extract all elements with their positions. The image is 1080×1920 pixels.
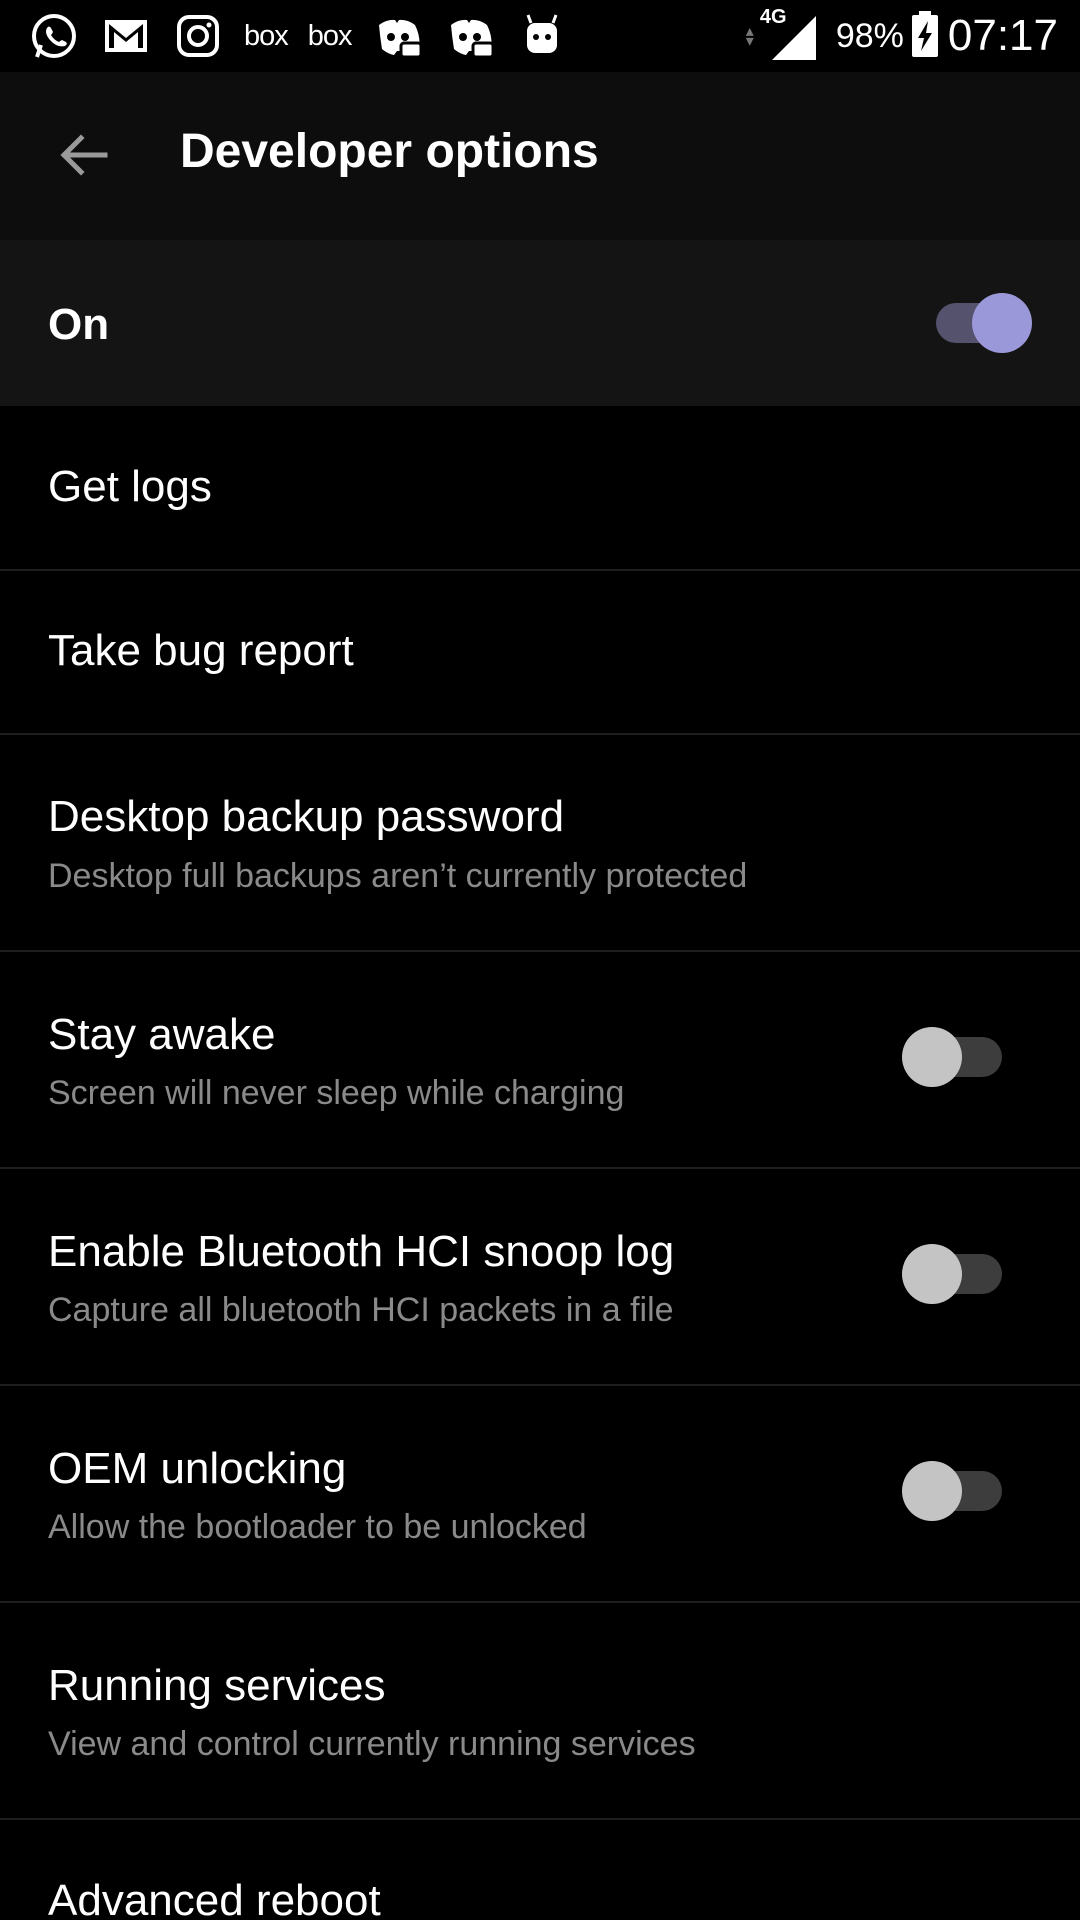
list-item-summary: Desktop full backups aren’t currently pr… xyxy=(48,857,748,895)
switch-thumb xyxy=(902,1461,962,1521)
list-item-title: Enable Bluetooth HCI snoop log xyxy=(48,1227,675,1276)
list-item-summary: Allow the bootloader to be unlocked xyxy=(48,1508,587,1546)
list-item-title: Advanced reboot xyxy=(48,1876,381,1920)
list-item-title: Running services xyxy=(48,1661,386,1710)
status-bar: box box ▴ ▾ 4G 98% 07:17 xyxy=(0,0,1080,72)
stay-awake-switch[interactable] xyxy=(902,1027,1012,1087)
app-bar: Developer options xyxy=(0,72,1080,240)
page-title: Developer options xyxy=(180,125,599,178)
bluetooth-hci-snoop-switch[interactable] xyxy=(902,1244,1012,1304)
list-item-title: Desktop backup password xyxy=(48,792,565,841)
list-item-title: Get logs xyxy=(48,462,212,511)
notification-icons: box box xyxy=(28,10,588,62)
box-icon: box xyxy=(307,19,353,52)
switch-thumb xyxy=(902,1027,962,1087)
master-toggle-switch[interactable] xyxy=(922,293,1032,353)
switch-thumb xyxy=(972,293,1032,353)
back-arrow-icon[interactable] xyxy=(50,122,116,188)
list-item-desktop-backup-password[interactable]: Desktop backup password Desktop full bac… xyxy=(0,735,1080,950)
list-item-title: Stay awake xyxy=(48,1010,276,1059)
discord-icon xyxy=(372,10,424,62)
list-item-title: OEM unlocking xyxy=(48,1444,347,1493)
instagram-icon xyxy=(172,10,224,62)
list-item-get-logs[interactable]: Get logs xyxy=(0,406,1080,570)
signal-icon: 4G xyxy=(760,6,818,62)
whatsapp-icon xyxy=(28,10,80,62)
discord-icon xyxy=(444,10,496,62)
list-item-title: Take bug report xyxy=(48,626,354,675)
clock: 07:17 xyxy=(947,11,1058,60)
oem-unlocking-switch[interactable] xyxy=(902,1461,1012,1521)
box-icon: box xyxy=(244,19,289,52)
data-activity-icon: ▴ ▾ xyxy=(745,21,754,50)
master-toggle-label: On xyxy=(48,300,110,349)
list-item-advanced-reboot[interactable]: Advanced reboot xyxy=(0,1820,1080,1920)
list-item-oem-unlocking[interactable]: OEM unlocking Allow the bootloader to be… xyxy=(0,1386,1080,1601)
list-item-bluetooth-hci-snoop-log[interactable]: Enable Bluetooth HCI snoop log Capture a… xyxy=(0,1169,1080,1384)
list-item-running-services[interactable]: Running services View and control curren… xyxy=(0,1603,1080,1818)
android-icon xyxy=(516,10,568,62)
battery-charging-icon xyxy=(910,9,940,63)
system-indicators: ▴ ▾ 4G 98% 07:17 xyxy=(745,6,1058,64)
list-item-summary: View and control currently running servi… xyxy=(48,1725,696,1763)
list-item-stay-awake[interactable]: Stay awake Screen will never sleep while… xyxy=(0,952,1080,1167)
gmail-icon xyxy=(100,10,152,62)
master-toggle-row[interactable]: On xyxy=(0,240,1080,406)
list-item-summary: Screen will never sleep while charging xyxy=(48,1074,625,1112)
list-item-summary: Capture all bluetooth HCI packets in a f… xyxy=(48,1291,674,1329)
battery-percent: 98% xyxy=(835,16,904,55)
list-item-take-bug-report[interactable]: Take bug report xyxy=(0,571,1080,734)
switch-thumb xyxy=(902,1244,962,1304)
